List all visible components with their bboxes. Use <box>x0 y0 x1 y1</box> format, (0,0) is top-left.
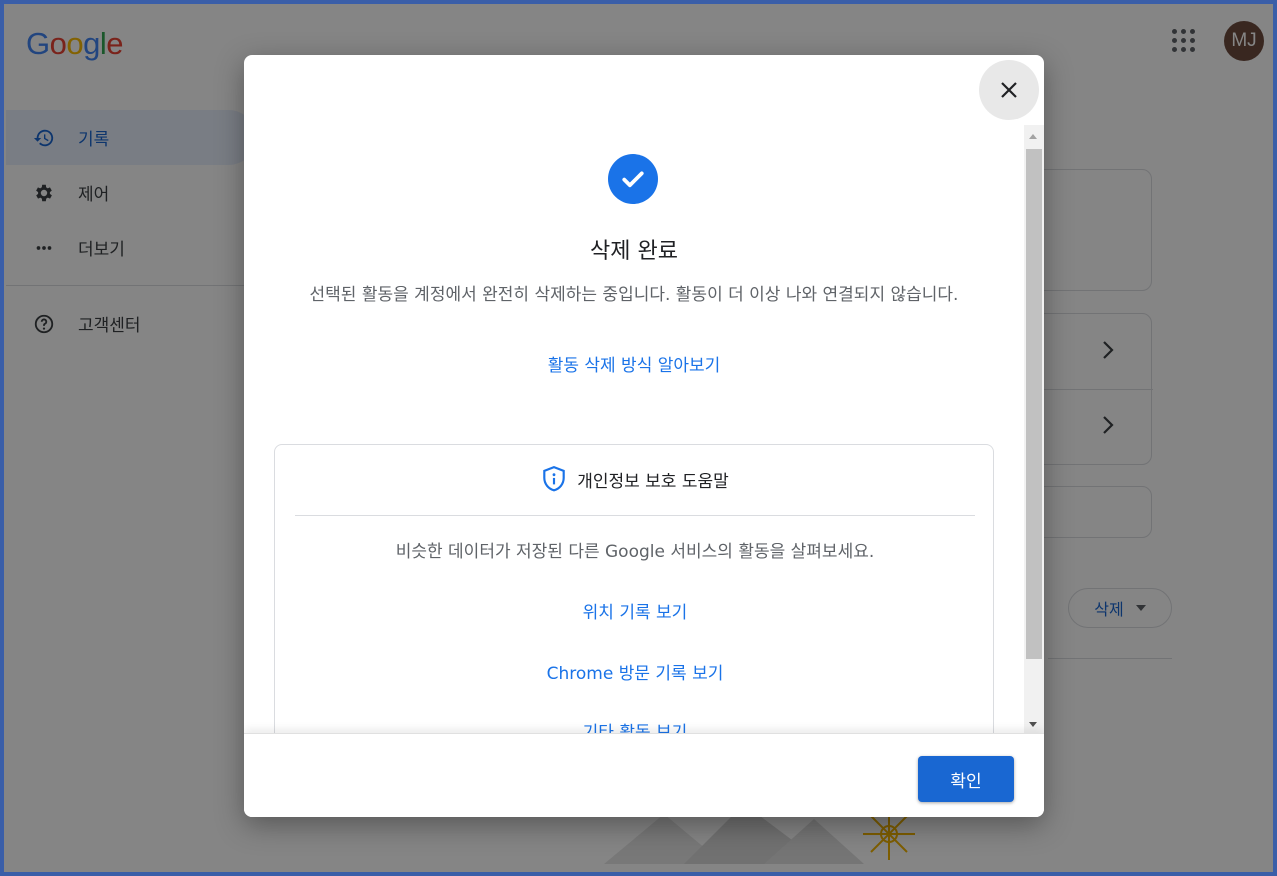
privacy-help-text: 비슷한 데이터가 저장된 다른 Google 서비스의 활동을 살펴보세요. <box>395 542 875 562</box>
other-activity-link[interactable]: 기타 활동 보기 <box>275 718 995 733</box>
scroll-up-arrow-icon[interactable] <box>1029 134 1037 139</box>
close-icon <box>1001 82 1017 98</box>
chrome-history-link-label[interactable]: Chrome 방문 기록 보기 <box>547 664 724 684</box>
chrome-history-link[interactable]: Chrome 방문 기록 보기 <box>275 659 995 684</box>
close-button[interactable] <box>979 60 1039 120</box>
confirm-button[interactable]: 확인 <box>918 756 1014 802</box>
scroll-down-arrow-icon[interactable] <box>1029 722 1037 727</box>
dialog-scroll-content: 삭제 완료 선택된 활동을 계정에서 완전히 삭제하는 중입니다. 활동이 더 … <box>244 55 1024 733</box>
learn-deletion-link-label[interactable]: 활동 삭제 방식 알아보기 <box>548 356 721 376</box>
privacy-help-card: 개인정보 보호 도움말 비슷한 데이터가 저장된 다른 Google 서비스의 … <box>274 444 994 733</box>
divider <box>295 515 975 516</box>
privacy-help-header: 개인정보 보호 도움말 <box>275 465 995 493</box>
dialog-footer: 확인 <box>244 733 1044 817</box>
learn-deletion-link[interactable]: 활동 삭제 방식 알아보기 <box>244 351 1024 376</box>
location-history-link[interactable]: 위치 기록 보기 <box>275 598 995 623</box>
browser-frame: Google MJ 기록 제어 더보기 고객센터 삭제 삭제 완료 선택된 활동… <box>0 0 1277 876</box>
privacy-help-heading: 개인정보 보호 도움말 <box>577 471 729 492</box>
dialog-description: 선택된 활동을 계정에서 완전히 삭제하는 중입니다. 활동이 더 이상 나와 … <box>309 285 959 305</box>
shield-icon <box>543 465 565 492</box>
deletion-complete-dialog: 삭제 완료 선택된 활동을 계정에서 완전히 삭제하는 중입니다. 활동이 더 … <box>244 55 1044 817</box>
dialog-title: 삭제 완료 <box>590 239 678 264</box>
dialog-scrollbar[interactable] <box>1024 125 1044 733</box>
scrollbar-thumb[interactable] <box>1026 149 1042 659</box>
check-circle-icon <box>608 154 658 204</box>
other-activity-link-label[interactable]: 기타 활동 보기 <box>583 723 688 733</box>
location-history-link-label[interactable]: 위치 기록 보기 <box>583 603 688 623</box>
